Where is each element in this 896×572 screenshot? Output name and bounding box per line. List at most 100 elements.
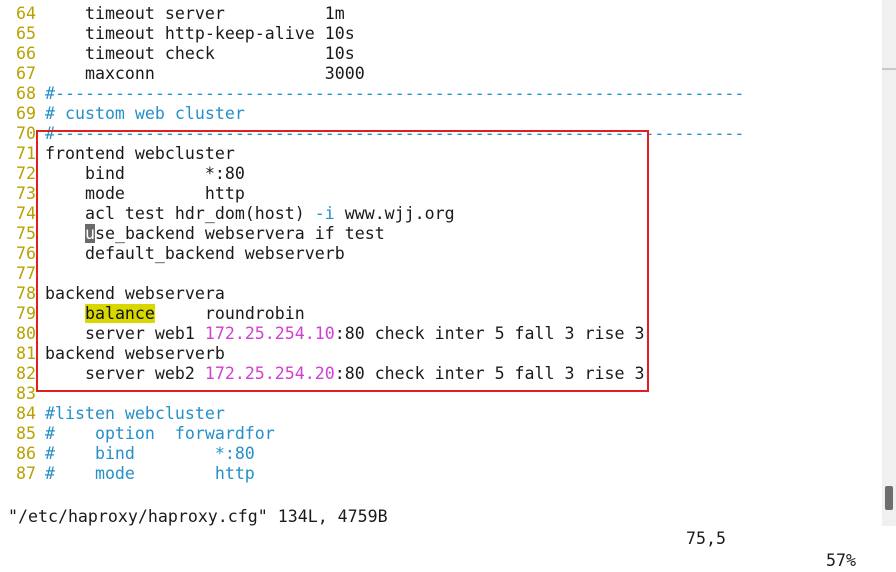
code-line[interactable]: 73 mode http (0, 184, 880, 204)
line-text: use_backend webservera if test (45, 224, 385, 244)
text-cursor: u (84, 224, 95, 243)
line-text: #---------------------------------------… (45, 84, 744, 104)
code-line[interactable]: 67 maxconn 3000 (0, 64, 880, 84)
search-highlight: balance (84, 304, 155, 323)
line-text: server web2 172.25.254.20:80 check inter… (45, 364, 644, 384)
status-bar: "/etc/haproxy/haproxy.cfg" 134L, 4759B 7… (0, 484, 880, 570)
comment-token: #---------------------------------------… (45, 124, 745, 143)
line-text: acl test hdr_dom(host) -i www.wjj.org (45, 204, 455, 224)
code-line[interactable]: 78 backend webservera (0, 284, 880, 304)
comment-token: # bind *:80 (45, 444, 255, 463)
line-number: 65 (16, 24, 36, 43)
code-line[interactable]: 76 default_backend webserverb (0, 244, 880, 264)
code-line[interactable]: 85 # option forwardfor (0, 424, 880, 444)
ip-address-token: 172.25.254.20 (204, 364, 335, 383)
code-token: timeout server 1m (45, 4, 345, 23)
code-line[interactable]: 65 timeout http-keep-alive 10s (0, 24, 880, 44)
code-line[interactable]: 64 timeout server 1m (0, 4, 880, 24)
line-number: 85 (16, 424, 36, 443)
code-line[interactable]: 74 acl test hdr_dom(host) -i www.wjj.org (0, 204, 880, 224)
code-line[interactable]: 84 #listen webcluster (0, 404, 880, 424)
comment-token: -i (314, 204, 335, 223)
code-token: default_backend webserverb (45, 244, 345, 263)
code-token: backend webservera (45, 284, 225, 303)
line-number: 64 (16, 4, 36, 23)
line-text: timeout server 1m (45, 4, 345, 24)
line-number: 81 (16, 344, 36, 363)
code-token: server web2 (45, 364, 205, 383)
code-token: timeout http-keep-alive 10s (45, 24, 355, 43)
line-text: server web1 172.25.254.10:80 check inter… (45, 324, 644, 344)
line-text: # mode http (45, 464, 255, 484)
code-line[interactable]: 83 (0, 384, 880, 404)
comment-token: # mode http (45, 464, 255, 483)
line-text: maxconn 3000 (45, 64, 365, 84)
line-number: 70 (16, 124, 36, 143)
code-token: backend webserverb (45, 344, 225, 363)
code-token: maxconn 3000 (45, 64, 365, 83)
line-text: #---------------------------------------… (45, 124, 744, 144)
code-line[interactable]: 80 server web1 172.25.254.10:80 check in… (0, 324, 880, 344)
code-line[interactable]: 81 backend webserverb (0, 344, 880, 364)
vertical-scrollbar[interactable] (882, 0, 896, 526)
line-number: 77 (16, 264, 36, 283)
line-number: 86 (16, 444, 36, 463)
scrollbar-thumb[interactable] (885, 486, 893, 510)
code-line[interactable]: 72 bind *:80 (0, 164, 880, 184)
code-line[interactable]: 86 # bind *:80 (0, 444, 880, 464)
line-text: # custom web cluster (45, 104, 245, 124)
line-number: 69 (16, 104, 36, 123)
comment-token: #listen webcluster (45, 404, 225, 423)
editor-buffer[interactable]: 64 timeout server 1m 65 timeout http-keep… (0, 4, 880, 484)
line-number: 67 (16, 64, 36, 83)
comment-token: #---------------------------------------… (45, 84, 745, 103)
line-number: 74 (16, 204, 36, 223)
code-line[interactable]: 69 # custom web cluster (0, 104, 880, 124)
line-number: 87 (16, 464, 36, 483)
code-line[interactable]: 75 use_backend webservera if test (0, 224, 880, 244)
line-text: bind *:80 (45, 164, 245, 184)
line-number: 72 (16, 164, 36, 183)
line-text: frontend webcluster (45, 144, 235, 164)
line-number: 68 (16, 84, 36, 103)
line-number: 66 (16, 44, 36, 63)
line-number: 83 (16, 384, 36, 403)
code-line[interactable]: 66 timeout check 10s (0, 44, 880, 64)
comment-token: # custom web cluster (45, 104, 245, 123)
code-line[interactable]: 68 #-------------------------------------… (0, 84, 880, 104)
line-text: #listen webcluster (45, 404, 225, 424)
line-text: backend webserverb (45, 344, 225, 364)
code-token: frontend webcluster (45, 144, 235, 163)
code-line[interactable]: 79 balance roundrobin (0, 304, 880, 324)
code-line[interactable]: 87 # mode http (0, 464, 880, 484)
line-number: 84 (16, 404, 36, 423)
line-number: 76 (16, 244, 36, 263)
line-number: 79 (16, 304, 36, 323)
status-cursor-position: 75,5 (686, 529, 726, 548)
ip-address-token: 172.25.254.10 (204, 324, 335, 343)
status-scroll-percent: 57% (826, 551, 856, 570)
status-file-info: "/etc/haproxy/haproxy.cfg" 134L, 4759B (8, 507, 388, 526)
code-token: :80 check inter 5 fall 3 rise 3 (334, 324, 645, 343)
code-token: :80 check inter 5 fall 3 rise 3 (334, 364, 645, 383)
code-line[interactable]: 82 server web2 172.25.254.20:80 check in… (0, 364, 880, 384)
line-number: 78 (16, 284, 36, 303)
code-token: timeout check 10s (45, 44, 355, 63)
line-number: 80 (16, 324, 36, 343)
line-text: # option forwardfor (45, 424, 275, 444)
code-line[interactable]: 70 #-------------------------------------… (0, 124, 880, 144)
code-token: www.wjj.org (334, 204, 455, 223)
line-text: # bind *:80 (45, 444, 255, 464)
line-text: balance roundrobin (45, 304, 305, 324)
code-token: bind *:80 (45, 164, 245, 183)
code-token: acl test hdr_dom(host) (45, 204, 315, 223)
code-line[interactable]: 77 (0, 264, 880, 284)
code-token: server web1 (45, 324, 205, 343)
line-number: 75 (16, 224, 36, 243)
code-line[interactable]: 71 frontend webcluster (0, 144, 880, 164)
code-token: roundrobin (154, 304, 305, 323)
line-text: timeout http-keep-alive 10s (45, 24, 355, 44)
line-number: 82 (16, 364, 36, 383)
